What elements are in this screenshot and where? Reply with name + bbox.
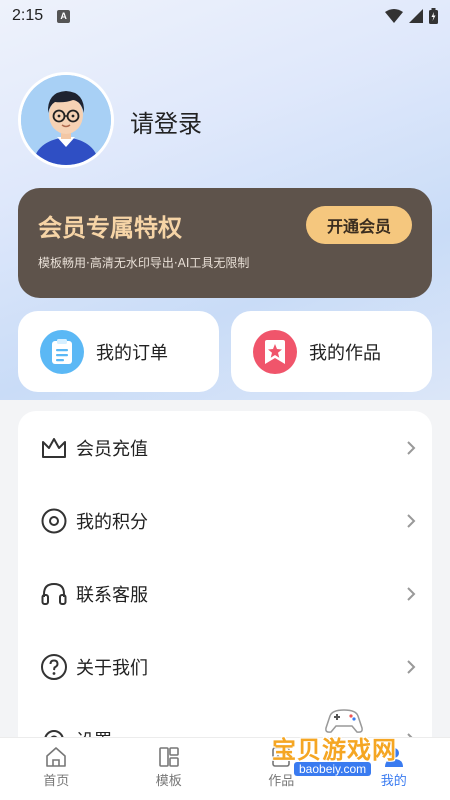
my-orders-label: 我的订单 [96, 342, 168, 364]
signal-icon [409, 9, 423, 23]
chevron-right-icon [407, 659, 416, 674]
star-works-icon [253, 329, 297, 374]
tab-label: 模板 [155, 774, 182, 789]
status-bar: 2:15 A [0, 0, 450, 32]
tab-label: 首页 [43, 774, 70, 789]
tab-works[interactable]: 作品 [225, 738, 338, 800]
status-icons [385, 8, 438, 24]
my-works-card[interactable]: 我的作品 [231, 311, 432, 392]
chevron-right-icon [407, 513, 416, 528]
question-icon [41, 653, 67, 680]
menu-item-label: 关于我们 [76, 657, 148, 679]
vip-card[interactable]: 会员专属特权 模板畅用·高清无水印导出·AI工具无限制 开通会员 [18, 188, 432, 298]
home-icon [46, 747, 67, 767]
vip-title: 会员专属特权 [38, 214, 182, 242]
crown-icon [42, 437, 66, 458]
tab-label: 作品 [268, 774, 295, 789]
my-orders-card[interactable]: 我的订单 [18, 311, 219, 392]
chevron-right-icon [407, 586, 416, 601]
menu-item-label: 联系客服 [76, 584, 148, 606]
headset-icon [41, 582, 67, 605]
menu-item-label: 会员充值 [76, 438, 148, 460]
notification-app-icon: A [57, 9, 71, 23]
my-works-label: 我的作品 [309, 342, 381, 364]
order-list-icon [40, 329, 84, 374]
menu-list: 会员充值 我的积分 联系客服 关于我们 设置 [18, 411, 432, 771]
works-icon [272, 747, 291, 767]
points-icon [41, 508, 67, 533]
menu-item-about-us[interactable]: 关于我们 [18, 630, 432, 703]
menu-item-label: 我的积分 [76, 511, 148, 533]
wifi-icon [385, 9, 403, 23]
user-avatar[interactable] [18, 72, 114, 168]
tab-templates[interactable]: 模板 [113, 738, 226, 800]
tab-mine[interactable]: 我的 [338, 738, 450, 800]
tab-home[interactable]: 首页 [0, 738, 113, 800]
battery-icon [429, 8, 438, 24]
vip-subtitle: 模板畅用·高清无水印导出·AI工具无限制 [38, 256, 250, 270]
login-prompt[interactable]: 请登录 [130, 104, 202, 139]
avatar-illustration [21, 75, 111, 165]
status-time: 2:15 [12, 7, 44, 24]
tab-label: 我的 [380, 774, 407, 789]
bottom-tab-bar: 首页 模板 作品 我的 [0, 737, 450, 800]
menu-item-vip-recharge[interactable]: 会员充值 [18, 411, 432, 484]
menu-item-points[interactable]: 我的积分 [18, 484, 432, 557]
menu-item-customer-service[interactable]: 联系客服 [18, 557, 432, 630]
open-vip-button[interactable]: 开通会员 [306, 206, 412, 244]
chevron-right-icon [407, 440, 416, 455]
template-icon [158, 747, 179, 767]
profile-icon [384, 748, 403, 767]
